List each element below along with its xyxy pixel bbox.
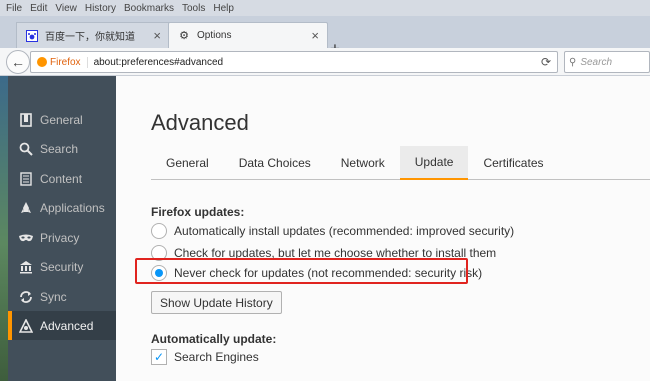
sidebar-item-privacy[interactable]: Privacy — [8, 223, 116, 252]
applications-icon — [18, 200, 34, 216]
radio-button[interactable] — [151, 223, 167, 239]
tab-title: Options — [197, 30, 232, 41]
url-text[interactable]: about:preferences#advanced — [94, 57, 224, 68]
selected-indicator — [8, 311, 12, 340]
page-title: Advanced — [151, 110, 249, 135]
tab-data-choices[interactable]: Data Choices — [224, 146, 326, 180]
sidebar-item-label: Sync — [40, 289, 67, 304]
sync-icon — [18, 289, 34, 305]
preferences-pane: Advanced General Data Choices Network Up… — [116, 76, 650, 381]
tab-title: 百度一下，你就知道 — [45, 32, 135, 43]
sidebar-item-content[interactable]: Content — [8, 164, 116, 193]
sidebar-item-security[interactable]: Security — [8, 252, 116, 281]
auto-update-label: Automatically update: — [151, 332, 277, 346]
content-icon — [18, 171, 34, 187]
menu-bookmarks[interactable]: Bookmarks — [124, 3, 174, 14]
navigation-bar: Firefox about:preferences#advanced ⟳ ← ⚲… — [0, 48, 650, 76]
desktop-background — [0, 76, 8, 381]
menu-file[interactable]: File — [6, 3, 22, 14]
tab-general[interactable]: General — [151, 146, 224, 180]
firefox-updates-label: Firefox updates: — [151, 205, 245, 219]
menu-tools[interactable]: Tools — [182, 3, 205, 14]
privacy-mask-icon — [18, 230, 34, 246]
sidebar-item-general[interactable]: General — [8, 105, 116, 134]
identity-box[interactable]: Firefox — [37, 56, 88, 68]
identity-label: Firefox — [50, 56, 81, 68]
url-bar[interactable]: Firefox about:preferences#advanced ⟳ — [30, 51, 558, 73]
radio-auto-install[interactable]: Automatically install updates (recommend… — [151, 221, 514, 241]
tab-baidu[interactable]: 百度一下，你就知道 × — [16, 22, 170, 48]
highlight-box — [135, 258, 468, 284]
menu-help[interactable]: Help — [213, 3, 234, 14]
sidebar-item-label: Security — [40, 259, 84, 274]
menu-bar: File Edit View History Bookmarks Tools H… — [0, 0, 650, 16]
checkbox-checked[interactable]: ✓ — [151, 349, 167, 365]
search-placeholder: Search — [580, 56, 613, 68]
search-icon: ⚲ — [569, 56, 577, 68]
general-icon — [18, 112, 34, 128]
menu-edit[interactable]: Edit — [30, 3, 47, 14]
gear-icon: ⚙ — [179, 30, 189, 42]
close-tab-icon[interactable]: × — [153, 28, 161, 43]
advanced-tabs: General Data Choices Network Update Cert… — [151, 146, 650, 180]
checkbox-label: Search Engines — [174, 350, 259, 364]
search-input[interactable]: ⚲ Search — [564, 51, 650, 73]
sidebar-item-label: Advanced — [40, 318, 94, 333]
security-icon — [18, 259, 34, 275]
tab-update[interactable]: Update — [399, 146, 469, 180]
menu-history[interactable]: History — [85, 3, 116, 14]
sidebar-item-label: Search — [40, 141, 79, 156]
search-icon — [18, 141, 34, 157]
advanced-icon — [18, 318, 34, 334]
sidebar-item-label: Privacy — [40, 230, 80, 245]
tab-strip: 百度一下，你就知道 × ⚙ Options × + — [0, 16, 650, 57]
search-engines-checkbox-row[interactable]: ✓ Search Engines — [151, 349, 259, 365]
sidebar-item-label: Content — [40, 171, 83, 186]
firefox-logo-icon — [37, 57, 47, 67]
sidebar-item-applications[interactable]: Applications — [8, 193, 116, 222]
tab-options[interactable]: ⚙ Options × — [168, 22, 328, 48]
sidebar-item-advanced[interactable]: Advanced — [8, 311, 116, 340]
sidebar-item-label: Applications — [40, 200, 105, 215]
menu-view[interactable]: View — [55, 3, 77, 14]
preferences-sidebar: General Search Content Applications Priv… — [8, 76, 116, 381]
tab-network[interactable]: Network — [326, 146, 400, 180]
baidu-favicon-icon — [25, 29, 39, 43]
sidebar-item-label: General — [40, 112, 83, 127]
radio-label: Automatically install updates (recommend… — [174, 224, 515, 238]
sidebar-item-search[interactable]: Search — [8, 134, 116, 163]
back-arrow-icon: ← — [11, 54, 25, 70]
reload-icon[interactable]: ⟳ — [541, 55, 551, 69]
close-tab-icon[interactable]: × — [311, 28, 319, 43]
show-update-history-button[interactable]: Show Update History — [151, 291, 282, 314]
tab-certificates[interactable]: Certificates — [468, 146, 558, 180]
back-button[interactable]: ← — [6, 50, 30, 74]
sidebar-item-sync[interactable]: Sync — [8, 282, 116, 311]
